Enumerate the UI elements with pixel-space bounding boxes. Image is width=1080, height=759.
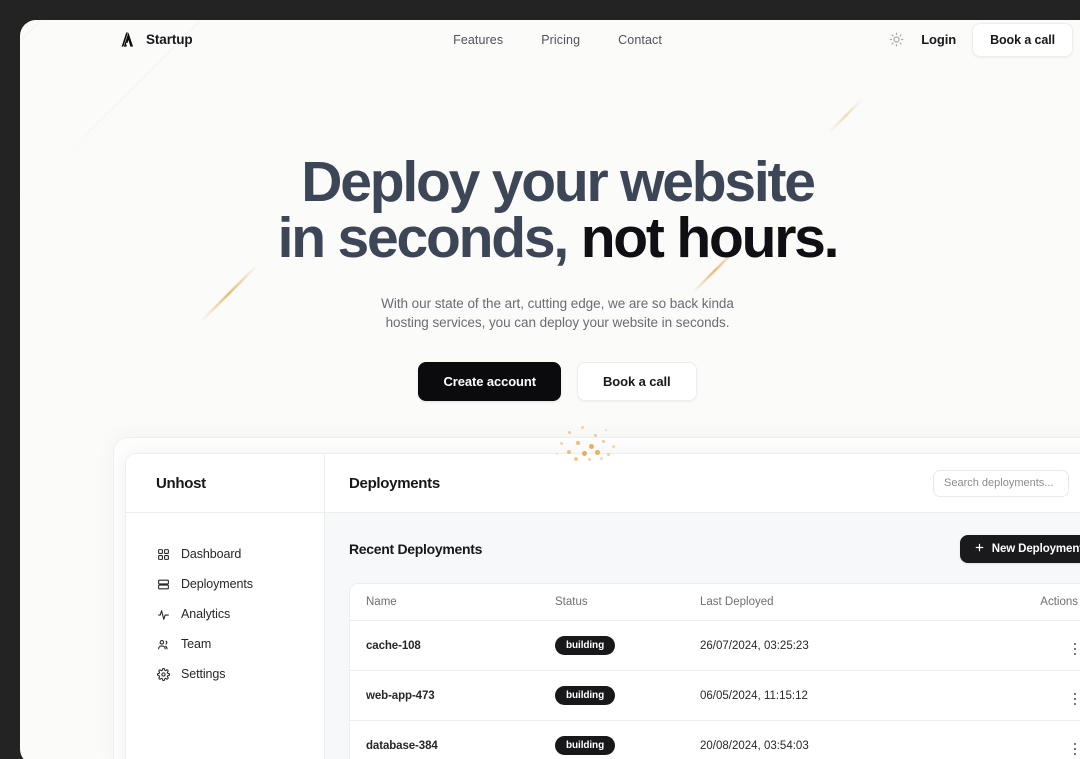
sidebar-item-label: Settings	[181, 667, 226, 681]
headline-line-1: Deploy your website	[301, 150, 816, 214]
kebab-menu-icon[interactable]	[1073, 692, 1076, 705]
sidebar-item-deployments[interactable]: Deployments	[126, 569, 324, 599]
subhead-line-2: hosting services, you can deploy your we…	[385, 315, 730, 330]
nav-link-features[interactable]: Features	[453, 33, 503, 47]
dashboard-preview-frame: Unhost Dashboard Deployments Analytics T…	[113, 437, 1080, 759]
create-account-button[interactable]: Create account	[418, 362, 561, 401]
page-title: Deploy your website in seconds, not hour…	[20, 154, 1080, 267]
nav-links: Features Pricing Contact	[20, 33, 1080, 47]
hero-subheading: With our state of the art, cutting edge,…	[20, 294, 1080, 332]
search-input[interactable]	[933, 469, 1069, 497]
sidebar-item-settings[interactable]: Settings	[126, 659, 324, 689]
window-frame: Startup Features Pricing Contact Login B…	[0, 0, 1080, 759]
kebab-menu-icon[interactable]	[1073, 642, 1076, 655]
section-title: Recent Deployments	[349, 541, 483, 557]
column-header-status: Status	[555, 584, 700, 621]
top-navbar: Startup Features Pricing Contact Login B…	[20, 20, 1080, 59]
sidebar-item-team[interactable]: Team	[126, 629, 324, 659]
sidebar-item-label: Deployments	[181, 577, 253, 591]
status-badge: building	[555, 736, 616, 755]
table-row[interactable]: database-384 building 20/08/2024, 03:54:…	[350, 721, 1080, 759]
status-badge: building	[555, 636, 616, 655]
users-icon	[156, 637, 170, 651]
new-deployment-label: New Deployment	[991, 543, 1080, 555]
dashboard-main: Deployments Recent Deploym	[325, 454, 1080, 759]
cell-last-deployed: 06/05/2024, 11:15:12	[700, 670, 1006, 721]
cell-status: building	[555, 721, 700, 759]
cell-name: cache-108	[350, 620, 555, 671]
dashboard-page-title: Deployments	[349, 474, 440, 492]
sidebar-item-label: Analytics	[181, 607, 231, 621]
server-stack-icon	[156, 577, 170, 591]
deployments-table-card: Name Status Last Deployed Actions cache-…	[349, 583, 1080, 759]
cell-actions	[1006, 721, 1080, 759]
hero-section: Deploy your website in seconds, not hour…	[20, 59, 1080, 471]
new-deployment-button[interactable]: New Deployment	[959, 535, 1080, 563]
cell-status: building	[555, 620, 700, 671]
column-header-actions: Actions	[1006, 584, 1080, 621]
cell-actions	[1006, 670, 1080, 721]
column-header-last-deployed: Last Deployed	[700, 584, 1006, 621]
cell-actions	[1006, 620, 1080, 671]
cell-last-deployed: 26/07/2024, 03:25:23	[700, 620, 1006, 671]
subhead-line-1: With our state of the art, cutting edge,…	[381, 296, 734, 311]
headline-line-2-normal: in seconds,	[277, 206, 581, 270]
particle-burst	[20, 423, 1080, 471]
plus-icon	[974, 542, 985, 556]
book-a-call-hero-button[interactable]: Book a call	[576, 362, 697, 401]
gear-icon	[156, 667, 170, 681]
table-body: cache-108 building 26/07/2024, 03:25:23	[350, 620, 1080, 759]
landing-page: Startup Features Pricing Contact Login B…	[20, 20, 1080, 759]
headline-line-2-strong: not hours.	[580, 206, 840, 270]
table-row[interactable]: cache-108 building 26/07/2024, 03:25:23	[350, 620, 1080, 671]
nav-link-pricing[interactable]: Pricing	[541, 33, 580, 47]
sidebar-item-analytics[interactable]: Analytics	[126, 599, 324, 629]
cell-status: building	[555, 670, 700, 721]
kebab-menu-icon[interactable]	[1073, 742, 1076, 755]
column-header-name: Name	[350, 584, 555, 621]
sidebar-item-label: Dashboard	[181, 547, 242, 561]
deployments-table: Name Status Last Deployed Actions cache-…	[350, 584, 1080, 759]
dashboard-content: Recent Deployments New Deployment Name S…	[325, 513, 1080, 759]
table-row[interactable]: web-app-473 building 06/05/2024, 11:15:1…	[350, 670, 1080, 721]
sidebar-nav: Dashboard Deployments Analytics Team Set…	[126, 513, 324, 689]
dashboard-sidebar: Unhost Dashboard Deployments Analytics T…	[126, 454, 325, 759]
hero-cta-group: Create account Book a call	[20, 362, 1080, 401]
nav-link-contact[interactable]: Contact	[618, 33, 662, 47]
status-badge: building	[555, 686, 616, 705]
dashboard-card: Unhost Dashboard Deployments Analytics T…	[125, 453, 1080, 759]
grid-icon	[156, 547, 170, 561]
dashboard-topbar-actions	[933, 469, 1080, 497]
sun-icon[interactable]	[887, 31, 905, 49]
table-header-row: Name Status Last Deployed Actions	[350, 584, 1080, 621]
headline-line-2: in seconds, not hours.	[20, 210, 1080, 267]
cell-last-deployed: 20/08/2024, 03:54:03	[700, 739, 809, 752]
table-head: Name Status Last Deployed Actions	[350, 584, 1080, 621]
sidebar-item-dashboard[interactable]: Dashboard	[126, 539, 324, 569]
sidebar-item-label: Team	[181, 637, 212, 651]
cell-name: database-384	[366, 739, 438, 752]
section-header: Recent Deployments New Deployment	[349, 535, 1080, 563]
cell-name: web-app-473	[350, 670, 555, 721]
activity-icon	[156, 607, 170, 621]
